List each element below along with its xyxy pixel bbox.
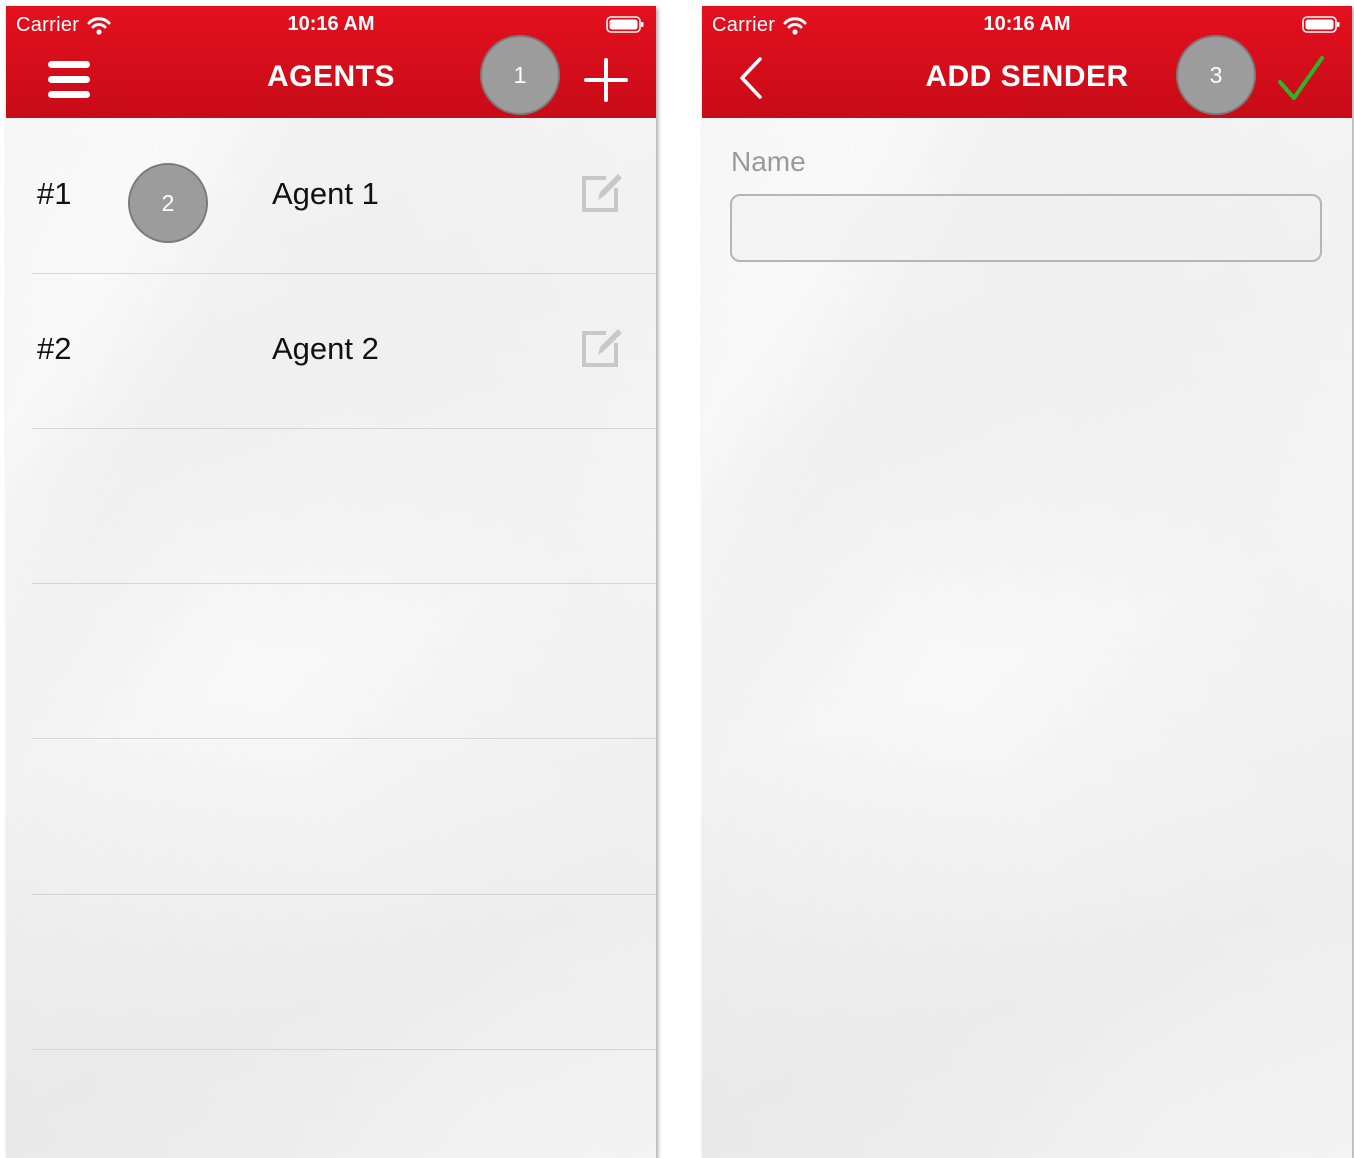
- save-button[interactable]: [1276, 54, 1326, 104]
- agent-name: Agent 2: [272, 331, 379, 366]
- agent-row[interactable]: #1 Agent 1: [32, 118, 656, 274]
- status-time: 10:16 AM: [287, 13, 375, 35]
- edit-icon: [582, 329, 622, 367]
- empty-row: [32, 739, 656, 895]
- edit-agent-button[interactable]: [580, 170, 624, 214]
- annotation-marker-1: 1: [480, 35, 560, 115]
- agent-number: #1: [37, 176, 72, 211]
- status-time: 10:16 AM: [983, 13, 1071, 35]
- agent-number: #2: [37, 331, 72, 366]
- edit-icon: [582, 174, 622, 212]
- add-agent-button[interactable]: [584, 58, 628, 102]
- empty-row: [32, 894, 656, 1050]
- battery-icon: [1302, 16, 1340, 33]
- battery-icon: [606, 16, 644, 33]
- edit-agent-button[interactable]: [580, 325, 624, 369]
- annotation-marker-2: 2: [128, 163, 208, 243]
- agent-name: Agent 1: [272, 176, 379, 211]
- empty-row: [32, 428, 656, 584]
- name-input[interactable]: [730, 194, 1322, 262]
- name-field-label: Name: [731, 146, 806, 177]
- add-sender-screen: Carrier 10:16 AM ADD SENDER 3 Name: [702, 6, 1352, 1158]
- navigation-bar: Carrier 10:16 AM ADD SENDER: [702, 6, 1352, 118]
- agent-row[interactable]: #2 Agent 2: [32, 273, 656, 429]
- empty-row: [32, 583, 656, 739]
- navigation-bar: Carrier 10:16 AM AGENTS: [6, 6, 656, 118]
- annotation-marker-3: 3: [1176, 35, 1256, 115]
- plus-icon: [584, 58, 628, 102]
- agents-screen: Carrier 10:16 AM AGENTS 1 #1 Agent 1 2 #…: [6, 6, 656, 1158]
- checkmark-icon: [1278, 56, 1324, 100]
